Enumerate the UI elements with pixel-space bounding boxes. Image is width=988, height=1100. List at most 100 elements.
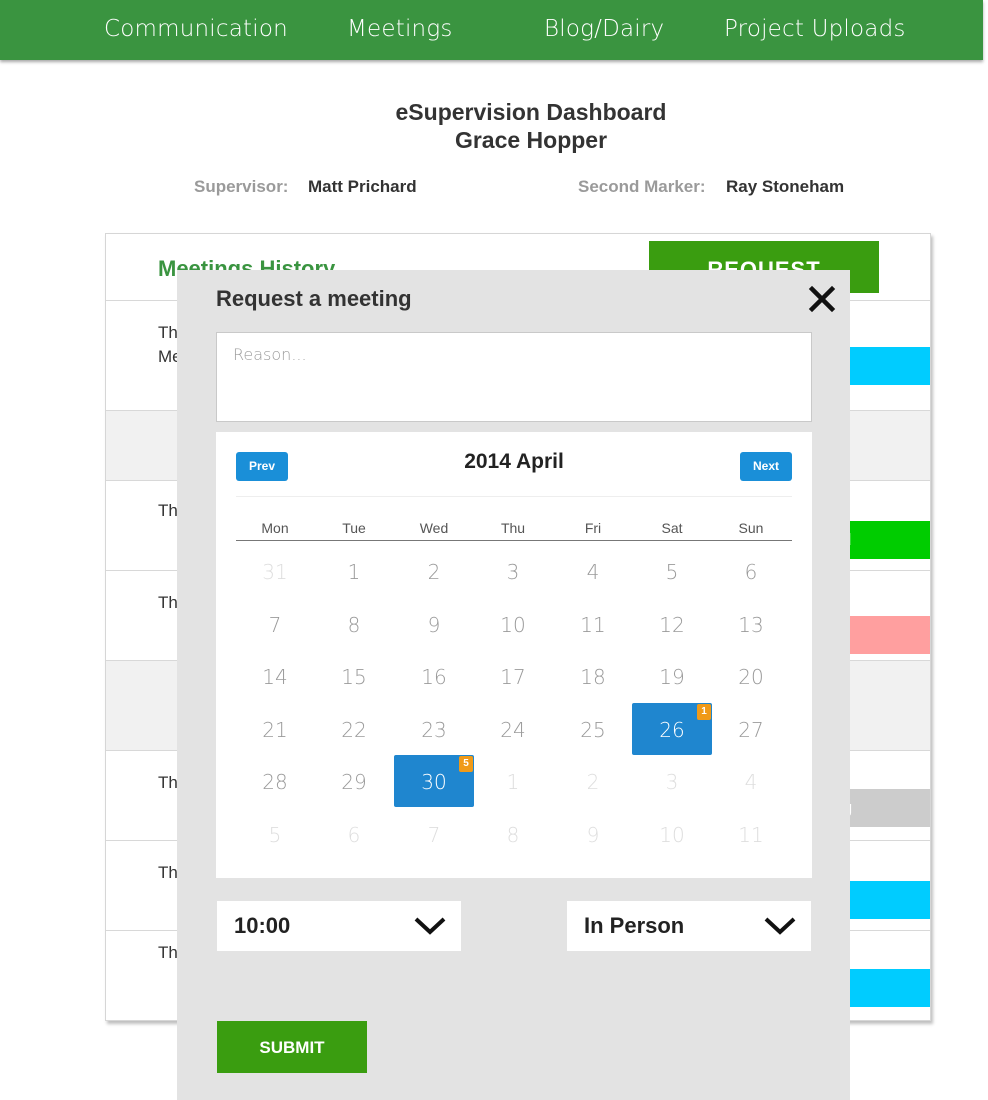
calendar-day-number: 19: [659, 665, 685, 689]
calendar-day-number: 2: [586, 770, 600, 794]
calendar-day-number: 2: [427, 560, 441, 584]
calendar-day[interactable]: 7: [394, 808, 474, 860]
calendar-day[interactable]: 11: [553, 598, 633, 650]
weekday-header: Sat: [661, 520, 683, 536]
event-count-badge: 1: [697, 703, 711, 720]
calendar-day[interactable]: 9: [553, 808, 633, 860]
calendar-day-number: 12: [659, 612, 685, 637]
top-nav: Communication Meetings Blog/Dairy Projec…: [0, 0, 983, 60]
calendar-day[interactable]: 23: [394, 703, 474, 755]
calendar-day[interactable]: 10: [473, 598, 553, 650]
meeting-row-text: Th: [158, 593, 178, 612]
calendar-day-number: 10: [500, 612, 526, 637]
chevron-down-icon: [414, 917, 446, 935]
calendar-day[interactable]: 15: [314, 650, 394, 702]
nav-item-blog-dairy[interactable]: Blog/Dairy: [544, 16, 664, 42]
calendar-day[interactable]: 10: [632, 808, 712, 860]
calendar-day-number: 21: [262, 717, 288, 742]
calendar-day[interactable]: 1: [473, 755, 553, 807]
submit-button[interactable]: SUBMIT: [217, 1021, 367, 1073]
calendar-day[interactable]: 24: [473, 703, 553, 755]
calendar-day[interactable]: 17: [473, 650, 553, 702]
calendar-day-number: 17: [500, 665, 526, 689]
calendar-next-button[interactable]: Next: [740, 452, 792, 481]
meeting-row-text: Th: [158, 943, 178, 962]
calendar-day-number: 31: [262, 560, 288, 584]
calendar-day-number: 5: [268, 822, 282, 847]
calendar-day[interactable]: 2: [394, 545, 474, 597]
calendar-day[interactable]: 27: [711, 703, 791, 755]
calendar-day[interactable]: 7: [235, 598, 315, 650]
meeting-mode-value: In Person: [584, 913, 685, 938]
calendar-day[interactable]: 8: [473, 808, 553, 860]
calendar-day[interactable]: 8: [314, 598, 394, 650]
calendar-weekday-divider: [236, 540, 792, 541]
calendar-day[interactable]: 12: [632, 598, 712, 650]
calendar-day[interactable]: 18: [553, 650, 633, 702]
calendar-day-number: 4: [744, 770, 758, 794]
calendar-day-number: 25: [580, 717, 606, 742]
calendar: Prev 2014 April Next Mon Tue Wed Thu Fri Sat S…: [216, 432, 812, 878]
calendar-day-number: 30: [421, 770, 447, 794]
calendar-day-number: 3: [665, 770, 679, 794]
calendar-day-marked[interactable]: 30 5: [394, 755, 474, 807]
calendar-day[interactable]: 28: [235, 755, 315, 807]
nav-item-meetings[interactable]: Meetings: [347, 16, 453, 42]
close-icon[interactable]: [807, 284, 837, 314]
meeting-row-text: Th: [158, 773, 178, 792]
calendar-day-number: 24: [500, 717, 526, 742]
calendar-day[interactable]: 6: [314, 808, 394, 860]
page-title: eSupervision Dashboard: [395, 99, 667, 125]
meeting-mode-select[interactable]: In Person: [567, 901, 811, 951]
nav-item-project-uploads[interactable]: Project Uploads: [724, 16, 906, 42]
calendar-day[interactable]: 1: [314, 545, 394, 597]
weekday-header: Tue: [342, 520, 366, 536]
calendar-day-number: 8: [506, 822, 520, 847]
calendar-day[interactable]: 14: [235, 650, 315, 702]
time-select[interactable]: 10:00: [217, 901, 461, 951]
calendar-day-number: 15: [341, 665, 367, 689]
weekday-header: Sun: [738, 520, 764, 536]
calendar-day-number: 20: [738, 665, 764, 689]
calendar-day[interactable]: 16: [394, 650, 474, 702]
weekday-header: Mon: [261, 520, 289, 536]
calendar-day[interactable]: 20: [711, 650, 791, 702]
calendar-day-number: 13: [738, 612, 764, 637]
calendar-day[interactable]: 21: [235, 703, 315, 755]
calendar-day-number: 9: [427, 612, 441, 637]
calendar-day[interactable]: 4: [553, 545, 633, 597]
weekday-header: Fri: [584, 520, 602, 536]
calendar-day[interactable]: 3: [473, 545, 553, 597]
reason-input[interactable]: [216, 332, 812, 422]
time-select-value: 10:00: [234, 913, 291, 938]
calendar-day[interactable]: 19: [632, 650, 712, 702]
calendar-day[interactable]: 5: [235, 808, 315, 860]
calendar-day[interactable]: 2: [553, 755, 633, 807]
calendar-day[interactable]: 6: [711, 545, 791, 597]
calendar-day-number: 4: [586, 560, 600, 584]
modal-title: Request a meeting: [216, 286, 412, 311]
calendar-day-number: 18: [580, 665, 606, 689]
calendar-day[interactable]: 31: [235, 545, 315, 597]
second-marker-label: Second Marker:: [578, 177, 706, 196]
calendar-day[interactable]: 4: [711, 755, 791, 807]
calendar-day[interactable]: 5: [632, 545, 712, 597]
calendar-day-marked[interactable]: 26 1: [632, 702, 712, 755]
student-name: Grace Hopper: [454, 127, 608, 153]
calendar-day[interactable]: 11: [711, 808, 791, 860]
calendar-day[interactable]: 25: [553, 703, 633, 755]
calendar-day-number: 1: [347, 560, 361, 584]
supervisor-label: Supervisor:: [194, 177, 289, 196]
calendar-day-number: 29: [341, 770, 367, 794]
calendar-day-number: 16: [421, 665, 447, 689]
calendar-day[interactable]: 3: [632, 755, 712, 807]
calendar-title: 2014 April: [464, 450, 564, 473]
calendar-day[interactable]: 9: [394, 598, 474, 650]
calendar-day[interactable]: 13: [711, 598, 791, 650]
weekday-header: Wed: [419, 520, 449, 536]
calendar-divider: [236, 496, 792, 497]
calendar-day[interactable]: 22: [314, 703, 394, 755]
calendar-day[interactable]: 29: [314, 755, 394, 807]
calendar-day-number: 6: [347, 822, 361, 847]
nav-item-communication[interactable]: Communication: [104, 16, 288, 42]
